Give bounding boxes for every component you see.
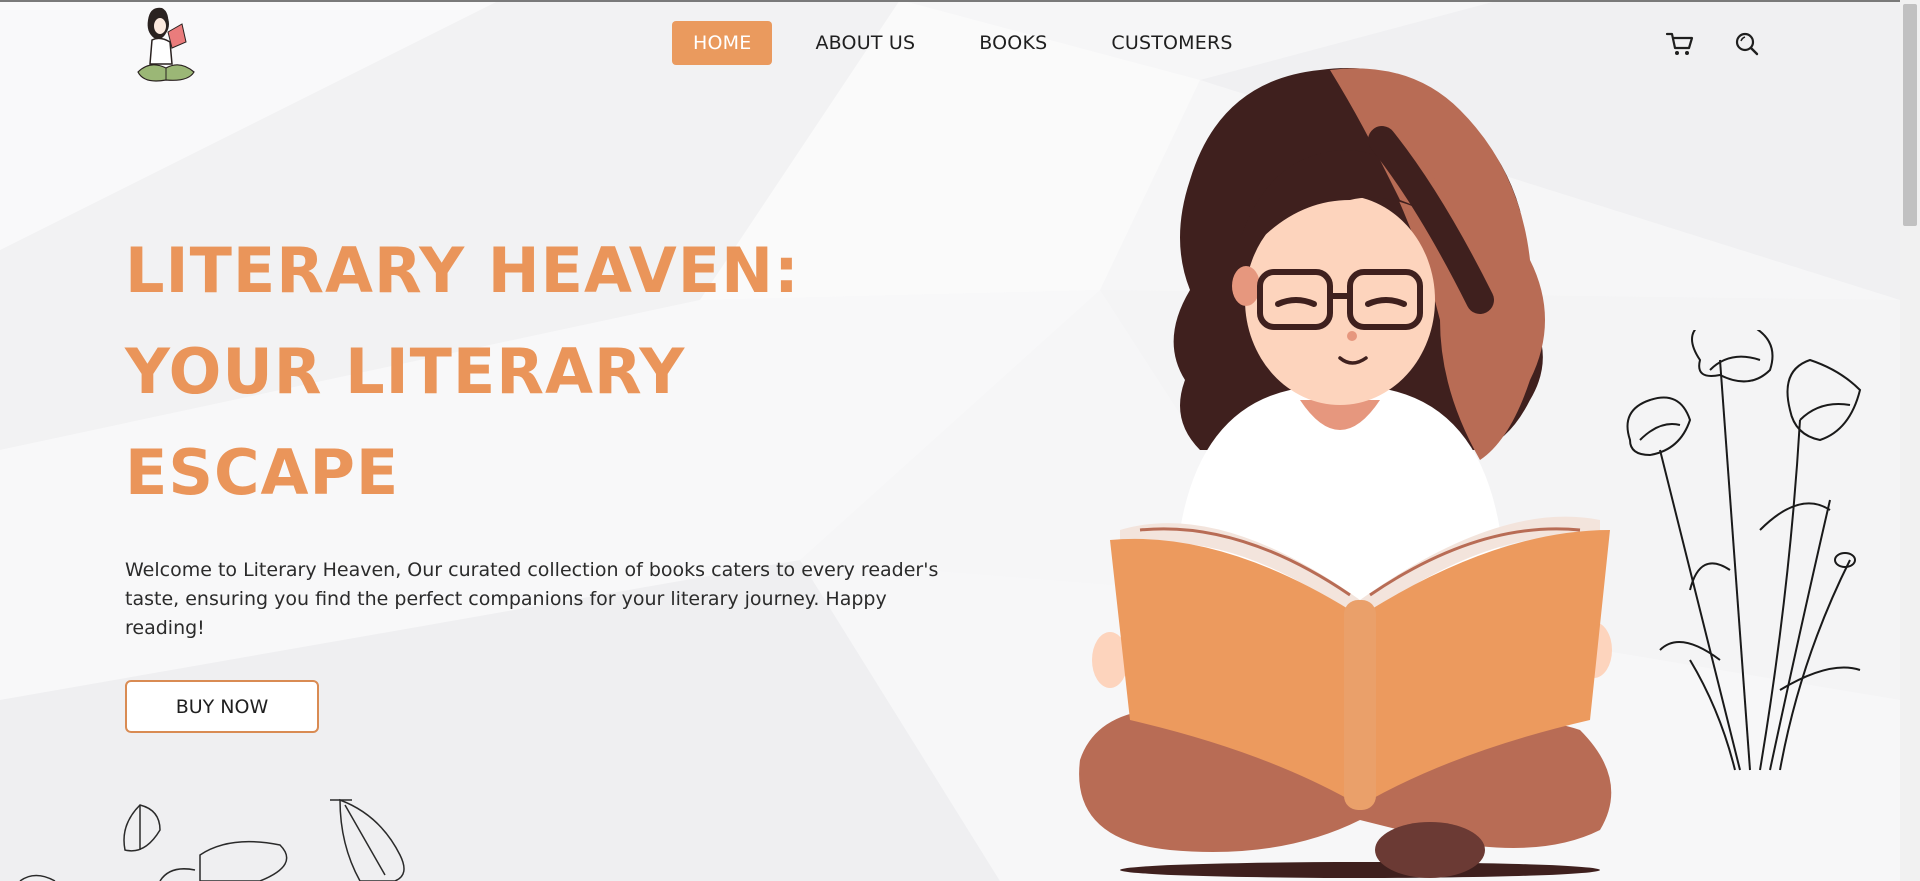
hero-title-line-3: ESCAPE [125,436,400,509]
site-logo[interactable] [130,2,202,86]
reading-girl-illustration [1079,68,1612,878]
hero-title-line-2: YOUR LITERARY [125,335,686,408]
buy-now-button[interactable]: BUY NOW [125,680,319,733]
flower-line-art [1626,330,1862,771]
scrollbar-thumb[interactable] [1903,4,1917,226]
hero-description: Welcome to Literary Heaven, Our curated … [125,559,939,639]
search-icon[interactable] [1734,31,1760,57]
window-top-border [0,0,1920,2]
leaf-line-art [19,798,405,881]
cart-icon[interactable] [1665,31,1695,57]
main-nav: HOME ABOUT US BOOKS CUSTOMERS [672,21,1254,65]
hero-title-line-1: LITERARY HEAVEN: [125,234,800,307]
nav-books[interactable]: BOOKS [958,21,1068,65]
hero-title: LITERARY HEAVEN: YOUR LITERARY ESCAPE [125,220,800,523]
nav-customers[interactable]: CUSTOMERS [1090,21,1253,65]
nav-home[interactable]: HOME [672,21,773,65]
nav-about-us[interactable]: ABOUT US [794,21,936,65]
